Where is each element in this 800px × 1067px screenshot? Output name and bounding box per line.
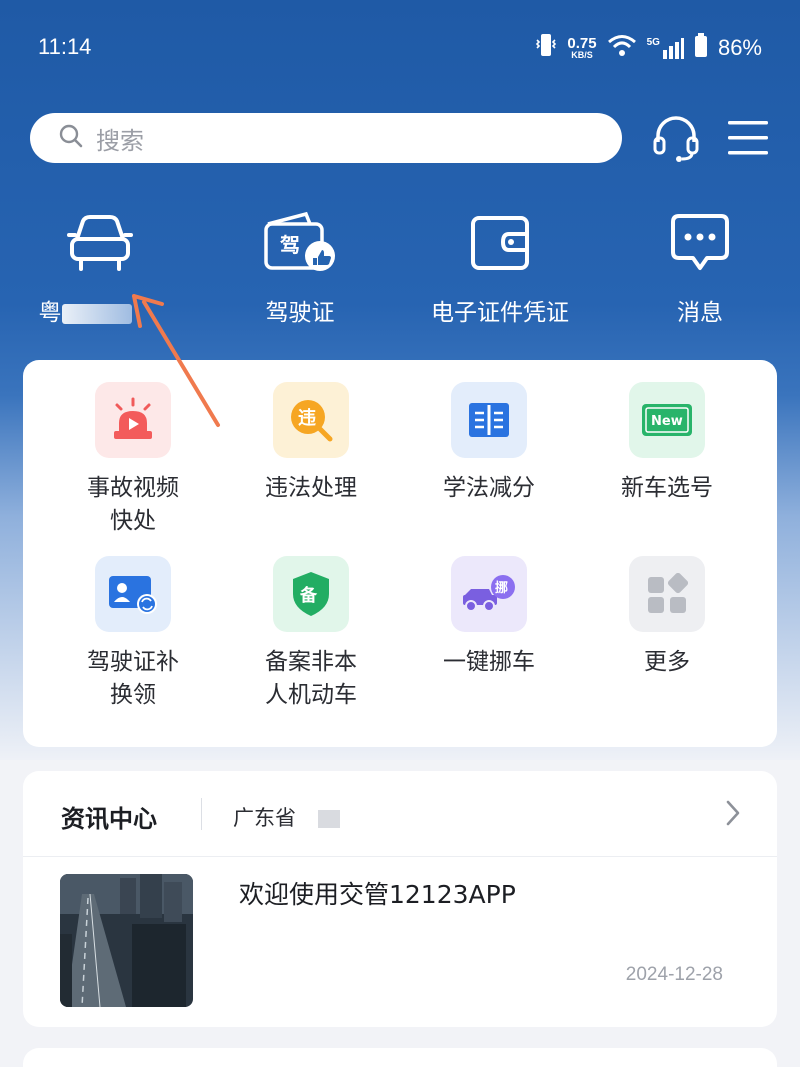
service-label: 学法减分: [443, 475, 535, 501]
menu-icon[interactable]: [726, 118, 770, 162]
alarm-light-icon: [95, 382, 171, 458]
net-speed: 0.75 KB/S: [567, 35, 597, 60]
vibrate-icon: [535, 32, 557, 64]
shortcut-messages[interactable]: 消息: [600, 205, 800, 327]
shortcut-my-car[interactable]: 粤: [0, 205, 200, 327]
blurred-plate-number: [61, 303, 132, 324]
search-input[interactable]: 搜索: [30, 113, 622, 163]
svg-text:驾: 驾: [280, 233, 300, 257]
service-accident-video[interactable]: 事故视频 快处: [44, 382, 222, 538]
search-icon: [58, 123, 84, 153]
license-renew-icon: [95, 556, 171, 632]
svg-text:New: New: [651, 414, 683, 429]
svg-text:挪: 挪: [495, 580, 508, 596]
car-icon: [0, 205, 200, 279]
shortcut-label: 电子证件凭证: [431, 300, 569, 326]
service-violation[interactable]: 违 违法处理: [222, 382, 400, 505]
service-label: 备案非本: [265, 649, 357, 675]
service-label: 违法处理: [265, 475, 357, 501]
service-move-car[interactable]: 挪 一键挪车: [400, 556, 578, 679]
next-card: [23, 1048, 777, 1067]
book-icon: [451, 382, 527, 458]
service-label: 事故视频: [87, 475, 179, 501]
service-study-law[interactable]: 学法减分: [400, 382, 578, 505]
service-label: 更多: [644, 649, 690, 675]
shortcut-label: 驾驶证: [265, 300, 335, 326]
service-label: 新车选号: [621, 475, 713, 501]
news-headline[interactable]: 欢迎使用交管12123APP: [239, 875, 516, 911]
tow-truck-icon: 挪: [451, 556, 527, 632]
signal-icon: 5G: [647, 37, 684, 59]
service-label: 驾驶证补: [87, 649, 179, 675]
status-time: 11:14: [38, 34, 92, 59]
violation-icon: 违: [273, 382, 349, 458]
headset-icon[interactable]: [650, 112, 702, 168]
news-title: 资讯中心: [61, 805, 157, 833]
service-register-vehicle[interactable]: 备 备案非本人机动车: [222, 556, 400, 712]
service-label: 一键挪车: [443, 649, 535, 675]
svg-text:备: 备: [299, 585, 318, 606]
news-thumbnail[interactable]: [60, 874, 193, 1007]
shortcut-driving-license[interactable]: 驾 驾驶证: [200, 205, 400, 327]
wallet-icon: [400, 205, 600, 279]
shortcut-e-certificate[interactable]: 电子证件凭证: [400, 205, 600, 327]
battery-icon: [694, 33, 708, 63]
news-header[interactable]: 资讯中心 广东省: [23, 771, 777, 857]
shortcut-label: 粤: [38, 300, 62, 326]
service-more[interactable]: 更多: [578, 556, 756, 679]
service-license-renew[interactable]: 驾驶证补 换领: [44, 556, 222, 712]
service-label-line2: 换领: [110, 682, 156, 708]
services-card: 事故视频快处 违 违法处理 学法减分 New 新车选号 驾驶证补换领 备 备案非…: [23, 360, 777, 747]
service-label-line2: 快处: [110, 508, 156, 534]
blurred-city: [318, 810, 340, 828]
svg-text:违: 违: [298, 407, 316, 429]
divider: [201, 798, 202, 830]
status-indicators: 0.75 KB/S 5G 86%: [535, 32, 762, 64]
search-placeholder: 搜索: [96, 126, 144, 155]
chevron-right-icon[interactable]: [725, 799, 741, 831]
news-date: 2024-12-28: [625, 964, 723, 985]
status-bar: 11:14 0.75 KB/S 5G 86%: [0, 0, 800, 90]
message-icon: [600, 205, 800, 279]
service-label-line2: 人机动车: [265, 682, 357, 708]
shortcut-label: 消息: [677, 300, 723, 326]
news-card: 资讯中心 广东省 欢迎使用交管12123APP 2024-12-28: [23, 771, 777, 1027]
news-region-selector[interactable]: 广东省: [233, 802, 340, 832]
shield-icon: 备: [273, 556, 349, 632]
wifi-icon: [607, 33, 637, 63]
battery-level: 86%: [717, 35, 762, 60]
new-plate-icon: New: [629, 382, 705, 458]
more-grid-icon: [629, 556, 705, 632]
license-icon: 驾: [200, 205, 400, 279]
service-new-plate[interactable]: New 新车选号: [578, 382, 756, 505]
